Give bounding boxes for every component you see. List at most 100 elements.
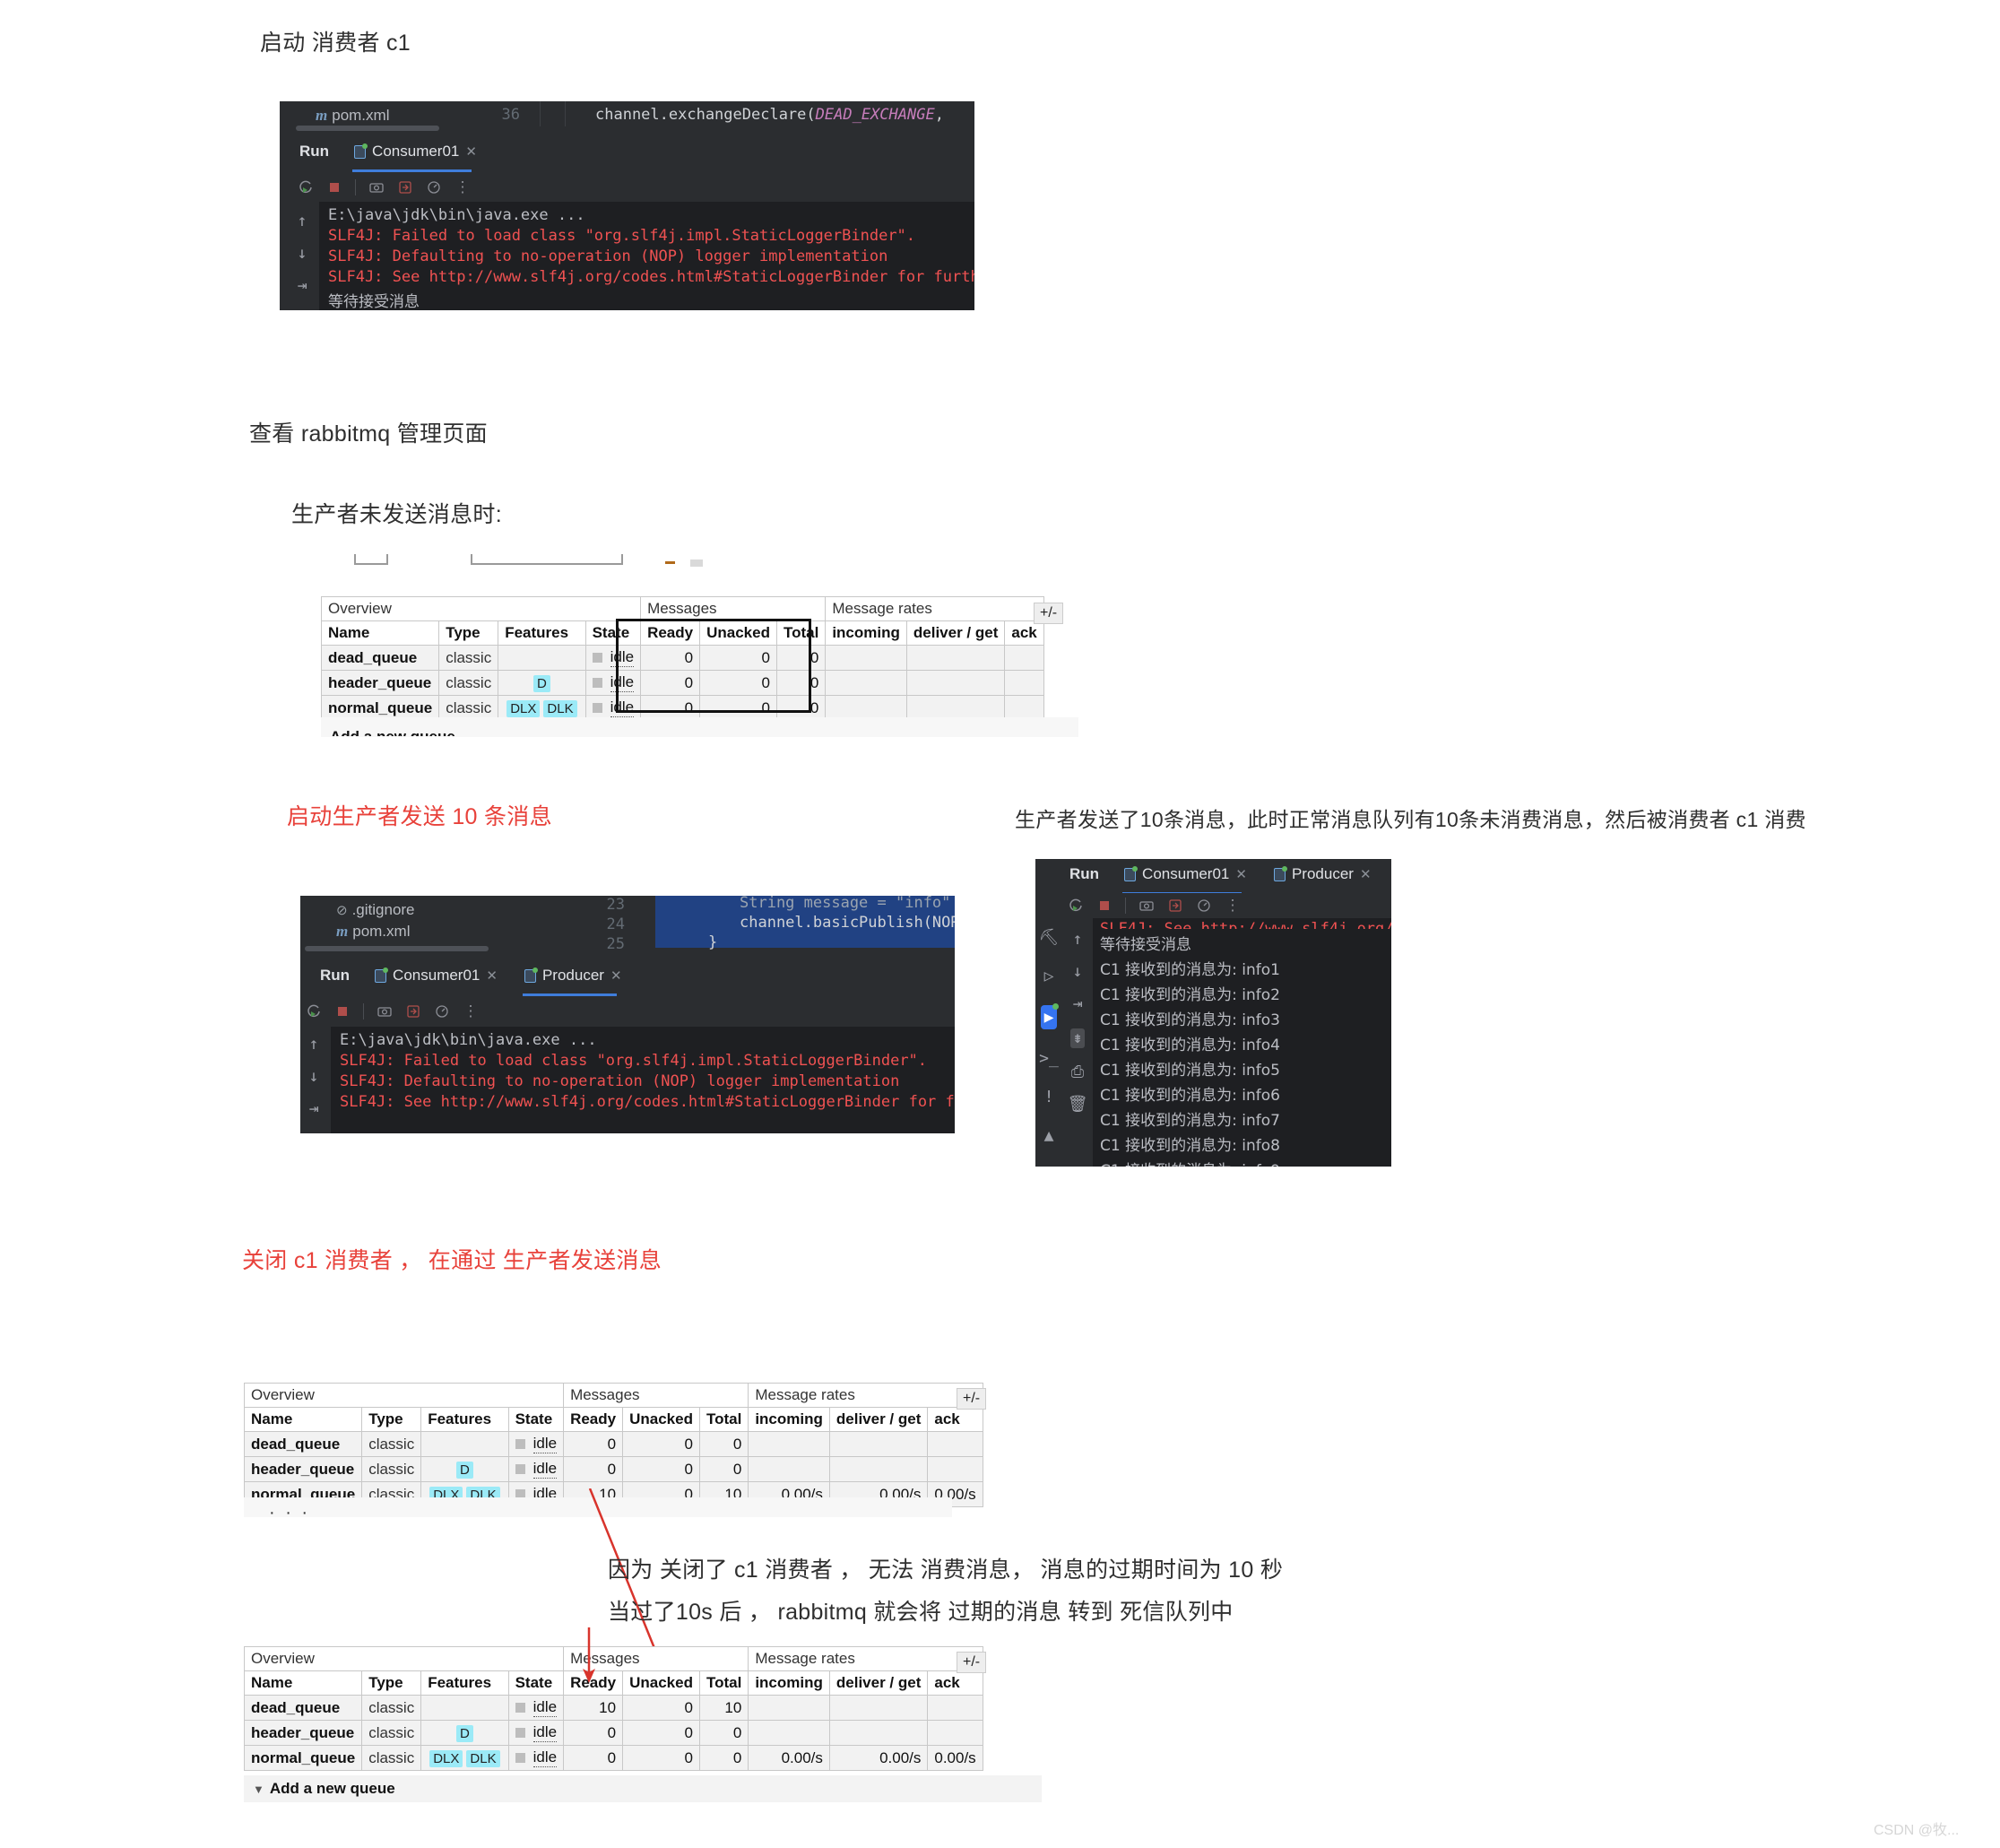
profiler-icon[interactable] bbox=[426, 179, 442, 195]
run-tab-producer[interactable]: Producer ✕ bbox=[1272, 862, 1373, 887]
scroll-up-icon[interactable]: ↑ bbox=[309, 1037, 319, 1053]
console-output-consumer-messages[interactable]: SLF4J: See http://www.slf4j.org/codes.ht… bbox=[1093, 918, 1391, 1167]
more-options-icon[interactable]: ⋮ bbox=[1225, 898, 1241, 914]
file-tab-gitignore[interactable]: ⊘ .gitignore bbox=[336, 899, 484, 921]
rerun-icon[interactable] bbox=[1068, 898, 1084, 914]
queue-name[interactable]: dead_queue bbox=[243, 1695, 363, 1721]
editor-scrollbar[interactable] bbox=[305, 946, 489, 951]
scroll-up-icon[interactable]: ↑ bbox=[1073, 932, 1083, 948]
queue-name[interactable]: header_queue bbox=[243, 1720, 363, 1746]
soft-wrap-icon[interactable]: ⇥ bbox=[309, 1101, 319, 1117]
col-ack[interactable]: ack bbox=[927, 1670, 983, 1696]
col-deliver-get[interactable]: deliver / get bbox=[828, 1670, 929, 1696]
queue-name[interactable]: normal_queue bbox=[243, 1745, 363, 1771]
col-features[interactable]: Features bbox=[420, 1670, 509, 1696]
col-name[interactable]: Name bbox=[243, 1670, 363, 1696]
build-icon[interactable]: ⛏ bbox=[1039, 928, 1060, 947]
debug-icon[interactable]: ▷ bbox=[1044, 967, 1054, 985]
col-type[interactable]: Type bbox=[361, 1407, 422, 1432]
console-output-producer[interactable]: E:\java\jdk\bin\java.exe ... SLF4J: Fail… bbox=[331, 1027, 955, 1133]
col-deliver-get[interactable]: deliver / get bbox=[828, 1407, 929, 1432]
col-incoming[interactable]: incoming bbox=[748, 1407, 830, 1432]
close-icon[interactable]: ✕ bbox=[1235, 866, 1247, 882]
console-output-consumer01[interactable]: E:\java\jdk\bin\java.exe ... SLF4J: Fail… bbox=[319, 202, 974, 310]
col-incoming[interactable]: incoming bbox=[825, 620, 907, 646]
problems-icon[interactable]: ! bbox=[1044, 1088, 1054, 1106]
export-icon[interactable] bbox=[1167, 898, 1183, 914]
run-tab-consumer01[interactable]: Consumer01 ✕ bbox=[1122, 862, 1249, 895]
col-state[interactable]: State bbox=[507, 1407, 565, 1432]
close-icon[interactable]: ✕ bbox=[1360, 866, 1372, 882]
add-a-new-queue-row[interactable]: ▼ Add a new queue bbox=[244, 1775, 1042, 1802]
col-unacked[interactable]: Unacked bbox=[699, 620, 777, 646]
run-tab-consumer01[interactable]: Consumer01 ✕ bbox=[352, 139, 479, 172]
export-icon[interactable] bbox=[397, 179, 413, 195]
scroll-up-icon[interactable]: ↑ bbox=[298, 213, 307, 230]
col-total[interactable]: Total bbox=[698, 1407, 749, 1432]
terminal-icon[interactable]: >_ bbox=[1039, 1049, 1059, 1068]
col-features[interactable]: Features bbox=[498, 620, 586, 646]
close-icon[interactable]: ✕ bbox=[610, 967, 622, 984]
add-a-new-queue-clipped[interactable]: Add a new queue bbox=[330, 728, 491, 736]
soft-wrap-icon[interactable]: ⇥ bbox=[298, 278, 307, 294]
col-total[interactable]: Total bbox=[698, 1670, 749, 1696]
slf4j-link[interactable]: http://www.slf4j.org/codes.html#StaticLo… bbox=[441, 1093, 900, 1111]
col-total[interactable]: Total bbox=[775, 620, 827, 646]
export-icon[interactable] bbox=[405, 1003, 421, 1019]
col-state[interactable]: State bbox=[584, 620, 642, 646]
col-ready[interactable]: Ready bbox=[640, 620, 701, 646]
col-incoming[interactable]: incoming bbox=[748, 1670, 830, 1696]
scroll-down-icon[interactable]: ↓ bbox=[1073, 964, 1083, 980]
run-tool-icon[interactable]: ▶ bbox=[1040, 1003, 1060, 1029]
camera-icon[interactable] bbox=[368, 179, 385, 195]
scroll-down-icon[interactable]: ↓ bbox=[309, 1069, 319, 1085]
clear-all-icon[interactable]: 🗑 bbox=[1068, 1097, 1088, 1113]
warning-icon[interactable]: ▲ bbox=[1044, 1126, 1054, 1145]
git-icon[interactable]: ⑂ bbox=[1044, 1165, 1054, 1167]
close-icon[interactable]: ✕ bbox=[486, 967, 498, 984]
soft-wrap-icon[interactable]: ⇥ bbox=[1073, 996, 1083, 1012]
more-options-icon[interactable]: ⋮ bbox=[463, 1003, 479, 1019]
close-icon[interactable]: ✕ bbox=[465, 143, 477, 160]
col-ready[interactable]: Ready bbox=[563, 1407, 624, 1432]
more-options-icon[interactable]: ⋮ bbox=[455, 179, 471, 195]
scroll-to-end-icon[interactable]: ⇟ bbox=[1069, 1028, 1086, 1048]
file-tab-pom[interactable]: m pom.xml bbox=[336, 921, 484, 942]
queue-name[interactable]: header_queue bbox=[243, 1456, 363, 1482]
col-type[interactable]: Type bbox=[438, 620, 499, 646]
col-name[interactable]: Name bbox=[243, 1407, 363, 1432]
camera-icon[interactable] bbox=[1139, 898, 1155, 914]
run-tab-consumer01[interactable]: Consumer01 ✕ bbox=[373, 963, 499, 988]
print-icon[interactable]: ⎙ bbox=[1071, 1064, 1084, 1080]
plus-minus-columns-button[interactable]: +/- bbox=[1034, 603, 1064, 624]
col-ready[interactable]: Ready bbox=[563, 1670, 624, 1696]
stop-icon[interactable] bbox=[334, 1003, 351, 1019]
col-unacked[interactable]: Unacked bbox=[622, 1407, 700, 1432]
col-deliver-get[interactable]: deliver / get bbox=[905, 620, 1006, 646]
col-ack[interactable]: ack bbox=[927, 1407, 983, 1432]
camera-icon[interactable] bbox=[377, 1003, 393, 1019]
stop-icon[interactable] bbox=[326, 179, 342, 195]
plus-minus-columns-button[interactable]: +/- bbox=[957, 1652, 987, 1673]
stop-icon[interactable] bbox=[1096, 898, 1113, 914]
col-state[interactable]: State bbox=[507, 1670, 565, 1696]
scroll-down-icon[interactable]: ↓ bbox=[298, 246, 307, 262]
rerun-icon[interactable] bbox=[298, 179, 314, 195]
queue-name[interactable]: dead_queue bbox=[320, 645, 440, 671]
queue-name[interactable]: header_queue bbox=[320, 670, 440, 696]
profiler-icon[interactable] bbox=[434, 1003, 450, 1019]
run-tab-producer[interactable]: Producer ✕ bbox=[522, 963, 624, 996]
editor-scrollbar[interactable] bbox=[296, 126, 439, 131]
queue-name[interactable]: dead_queue bbox=[243, 1431, 363, 1457]
col-unacked[interactable]: Unacked bbox=[622, 1670, 700, 1696]
file-tree-panel[interactable]: ⊘ .gitignore m pom.xml bbox=[300, 896, 484, 942]
slf4j-link[interactable]: http://www.slf4j.org/codes.html#StaticLo… bbox=[429, 268, 888, 286]
col-ack[interactable]: ack bbox=[1004, 620, 1044, 646]
rerun-icon[interactable] bbox=[306, 1003, 322, 1019]
col-features[interactable]: Features bbox=[420, 1407, 509, 1432]
file-tab-pom[interactable]: m pom.xml bbox=[280, 101, 468, 126]
col-name[interactable]: Name bbox=[320, 620, 440, 646]
plus-minus-columns-button[interactable]: +/- bbox=[957, 1388, 987, 1410]
col-type[interactable]: Type bbox=[361, 1670, 422, 1696]
profiler-icon[interactable] bbox=[1196, 898, 1212, 914]
